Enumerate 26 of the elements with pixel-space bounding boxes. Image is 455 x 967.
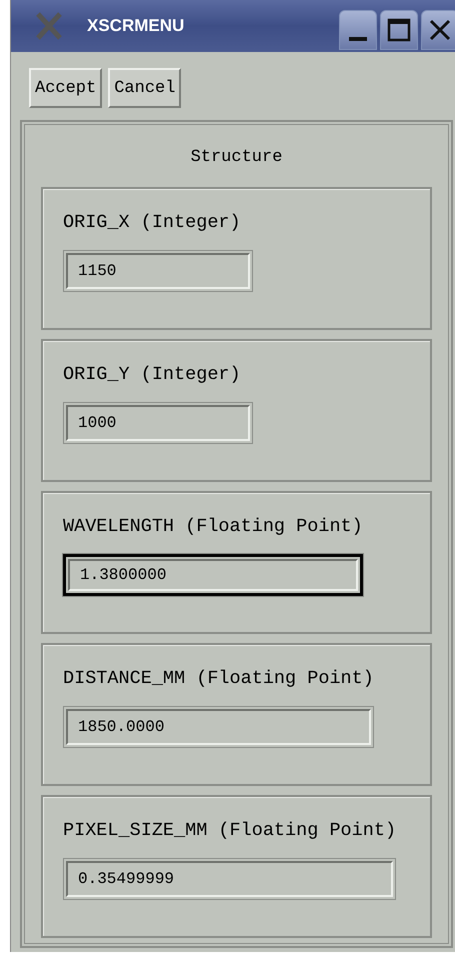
- minimize-button[interactable]: [339, 10, 377, 50]
- x-logo-icon: [35, 12, 63, 40]
- window-title: XSCRMENU: [87, 15, 184, 38]
- dialog-button[interactable]: Accept: [29, 68, 102, 108]
- maximize-icon: [387, 18, 411, 42]
- field-value: 1000: [78, 412, 116, 434]
- field-value: 0.35499999: [78, 868, 174, 890]
- dialog-button[interactable]: Cancel: [108, 68, 182, 108]
- field-value: 1150: [78, 260, 116, 282]
- value-field[interactable]: 1.3800000: [63, 554, 363, 596]
- maximize-button[interactable]: [380, 10, 418, 50]
- value-field[interactable]: 1850.0000: [63, 706, 374, 748]
- field-label: ORIG_X (Integer): [63, 212, 242, 234]
- field-value: 1850.0000: [78, 716, 164, 738]
- field-label: DISTANCE_MM (Floating Point): [63, 668, 374, 690]
- field-value: 1.3800000: [80, 564, 166, 586]
- field-label: WAVELENGTH (Floating Point): [63, 516, 363, 538]
- field-label: PIXEL_SIZE_MM (Floating Point): [63, 820, 396, 842]
- value-field[interactable]: 1000: [63, 402, 253, 444]
- minimize-icon: [349, 37, 367, 41]
- close-button[interactable]: [421, 10, 455, 50]
- value-field[interactable]: 0.35499999: [63, 858, 396, 900]
- field-label: ORIG_Y (Integer): [63, 364, 242, 386]
- value-field[interactable]: 1150: [63, 250, 253, 292]
- close-icon: [428, 18, 452, 42]
- group-title: Structure: [190, 147, 282, 169]
